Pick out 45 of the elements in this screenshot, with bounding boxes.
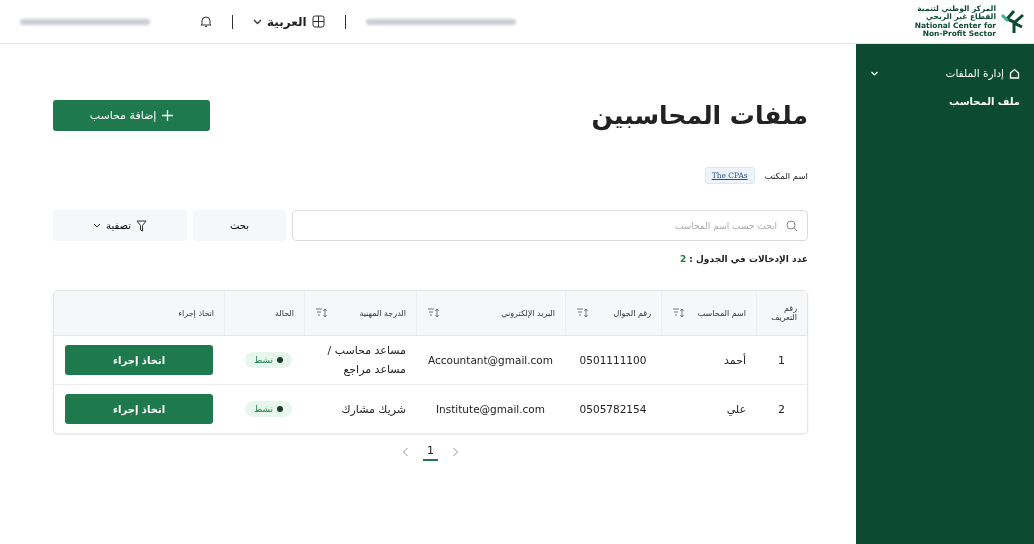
table-cell-text: أحمد <box>723 353 747 367</box>
sort-icon[interactable] <box>427 308 439 318</box>
table-cell-text: علي <box>725 402 747 416</box>
table-cell-text: 0501111100 <box>578 354 648 366</box>
funnel-icon <box>135 219 147 232</box>
divider-line <box>232 14 233 29</box>
chevron-down-icon[interactable] <box>253 18 262 25</box>
column-header: البريد الإلكتروني <box>501 308 555 318</box>
filter-button[interactable]: تصفية <box>53 210 187 241</box>
column-header: اسم المحاسب <box>697 308 746 318</box>
bell-icon[interactable] <box>200 15 212 28</box>
sort-icon[interactable] <box>576 308 588 318</box>
add-accountant-button[interactable]: إضافة محاسب <box>53 100 210 131</box>
table-cell-text: Institute@gmail.com <box>435 403 546 415</box>
table-cell-text: 1 <box>777 353 786 367</box>
table-cell-text: 0505782154 <box>578 403 648 415</box>
column-header: اتخاذ إجراء <box>178 308 214 318</box>
search-field[interactable]: ابحث حسب اسم المحاسب <box>292 210 808 241</box>
logo-icon <box>1000 8 1024 35</box>
page-button[interactable]: 1 <box>423 442 438 461</box>
plus-icon <box>162 110 174 121</box>
search-button[interactable]: بحث <box>193 210 286 241</box>
language-selector[interactable]: العربية <box>267 14 307 29</box>
sort-icon[interactable] <box>672 308 684 318</box>
column-header: الدرجة المهنية <box>359 308 406 318</box>
chevron-down-icon <box>93 223 102 228</box>
divider-line <box>344 14 346 29</box>
action-button[interactable]: اتخاذ إجراء <box>65 345 213 375</box>
table-cell-text: 2 <box>777 402 786 416</box>
column-header: رقم الجوال <box>613 308 651 318</box>
home-icon <box>1009 67 1020 79</box>
sort-icon[interactable] <box>315 308 327 318</box>
search-icon <box>786 220 798 232</box>
status-badge: نشط <box>244 401 292 417</box>
page-title: ملفات المحاسبين <box>591 101 808 130</box>
status-badge: نشط <box>244 352 292 368</box>
table-cell-text: مساعد محاسب / مساعد مراجع <box>326 343 407 378</box>
table-cell-text: Accountant@gmail.com <box>427 354 554 366</box>
column-header: الحالة <box>275 308 294 318</box>
office-label: اسم المكتب <box>764 170 808 181</box>
sidebar-item[interactable]: إدارة الملفات <box>884 67 1004 79</box>
column-header: رقم التعريف <box>770 304 797 322</box>
table-cell-text: شريك مشارك <box>340 401 407 418</box>
action-button[interactable]: اتخاذ إجراء <box>65 394 213 424</box>
sidebar-subitem[interactable]: ملف المحاسب <box>856 96 1034 107</box>
